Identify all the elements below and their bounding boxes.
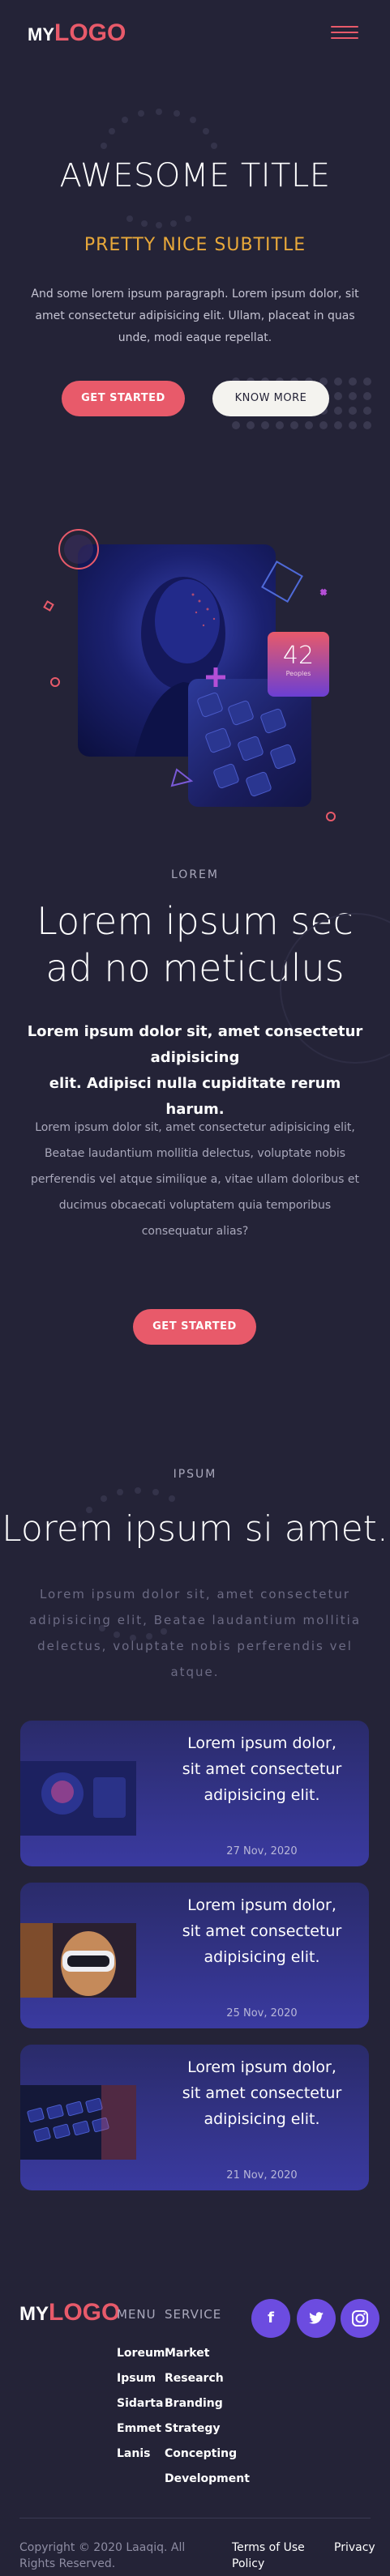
blog-card[interactable]: Lorem ipsum dolor, sit amet consectetur … [20,2045,369,2190]
card-date: 25 Nov, 2020 [226,2007,298,2019]
blog-card[interactable]: Lorem ipsum dolor, sit amet consectetur … [20,1883,369,2028]
footer-copyright: Copyright © 2020 Laaqiq. All Rights Rese… [19,2541,186,2570]
footer-privacy-link[interactable]: Privacy [334,2540,375,2556]
footer-menu-list: Loreum Ipsum Sidarta Emmet Lanis [117,2341,165,2467]
hero-subtitle: PRETTY NICE SUBTITLE [84,235,306,255]
footer-service-item[interactable]: Concepting [165,2442,250,2467]
facebook-icon[interactable]: f [251,2299,290,2338]
card-date: 21 Nov, 2020 [226,2169,298,2181]
footer-menu-heading: MENU [117,2307,156,2322]
footer-service-item[interactable]: Market [165,2341,250,2366]
know-more-button[interactable]: KNOW MORE [212,381,329,416]
footer-menu-item[interactable]: Lanis [117,2442,165,2467]
footer-logo[interactable]: MYLOGO [19,2299,120,2327]
section3-body: Lorem ipsum dolor sit, amet consectetur … [28,1587,362,1679]
card-image [20,1761,136,1836]
footer-service-item[interactable]: Research [165,2366,250,2391]
footer-service-item[interactable]: Branding [165,2391,250,2416]
logo-prefix: MY [28,24,54,45]
card-title: Lorem ipsum dolor, sit amet consectetur … [182,1896,342,1966]
footer-menu-item[interactable]: Loreum [117,2341,165,2366]
blog-card[interactable]: Lorem ipsum dolor, sit amet consectetur … [20,1721,369,1866]
section2-body: Lorem ipsum dolor sit, amet consectetur … [31,1121,359,1238]
section2-lead: Lorem ipsum dolor sit, amet consectetur … [24,1019,366,1123]
card-title: Lorem ipsum dolor, sit amet consectetur … [182,1734,342,1804]
card-image [20,1923,136,1998]
card-image [20,2085,136,2160]
hamburger-menu-icon[interactable] [331,26,358,41]
footer-menu-item[interactable]: Emmet [117,2416,165,2442]
site-logo[interactable]: MYLOGO [28,19,126,47]
section2-get-started-button[interactable]: GET STARTED [133,1309,256,1345]
footer-menu-item[interactable]: Sidarta [117,2391,165,2416]
get-started-button[interactable]: GET STARTED [62,381,185,416]
collage-shapes-decoration [43,529,336,821]
footer-service-item[interactable]: Strategy [165,2416,250,2442]
footer-terms-link[interactable]: Terms of Use Policy [232,2540,313,2572]
section2-lead-line1: Lorem ipsum dolor sit, amet consectetur … [27,1023,363,1066]
footer-service-heading: SERVICE [165,2307,222,2322]
card-date: 27 Nov, 2020 [226,1845,298,1857]
instagram-icon[interactable] [341,2299,379,2338]
section-eyebrow-ipsum: IPSUM [173,1468,217,1481]
section3-title: Lorem ipsum si amet. [2,1508,388,1550]
section-eyebrow-lorem: LOREM [171,868,219,881]
footer-logo-text: LOGO [49,2299,121,2326]
logo-text: LOGO [54,19,126,46]
footer-service-item[interactable]: Development [165,2467,250,2492]
footer-menu-item[interactable]: Ipsum [117,2366,165,2391]
hero-title: AWESOME TITLE [59,157,331,194]
twitter-icon[interactable] [297,2299,336,2338]
card-title: Lorem ipsum dolor, sit amet consectetur … [182,2058,342,2128]
footer-service-list: Market Research Branding Strategy Concep… [165,2341,250,2492]
hero-paragraph: And some lorem ipsum paragraph. Lorem ip… [31,288,359,344]
footer-logo-prefix: MY [19,2303,49,2325]
